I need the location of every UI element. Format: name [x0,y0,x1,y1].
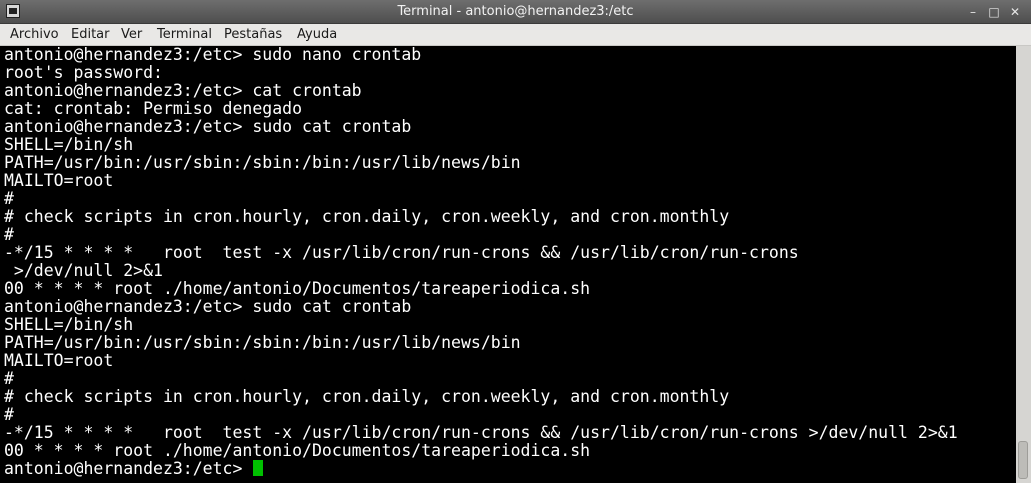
terminal-line: # [4,405,14,424]
close-button[interactable]: ✕ [1006,3,1024,21]
terminal-line: antonio@hernandez3:/etc> sudo nano cront… [4,46,422,64]
terminal-line: antonio@hernandez3:/etc> cat crontab [4,81,362,100]
terminal-line: -*/15 * * * * root test -x /usr/lib/cron… [4,243,799,262]
menu-archivo[interactable]: Archivo [10,24,59,45]
terminal-line: # check scripts in cron.hourly, cron.dai… [4,387,730,406]
menu-ver[interactable]: Ver [121,24,142,45]
terminal-output[interactable]: antonio@hernandez3:/etc> sudo nano cront… [0,46,1016,483]
terminal-line: # [4,369,14,388]
terminal-line: # [4,225,14,244]
terminal-cursor[interactable] [253,460,264,476]
terminal-line: cat: crontab: Permiso denegado [4,99,303,118]
window-title: Terminal - antonio@hernandez3:/etc [397,4,634,19]
maximize-button[interactable]: □ [985,3,1003,21]
terminal-line: PATH=/usr/bin:/usr/sbin:/sbin:/bin:/usr/… [4,333,521,352]
scrollbar-thumb[interactable] [1018,441,1028,479]
terminal-line: # check scripts in cron.hourly, cron.dai… [4,207,730,226]
terminal-line: root's password: [4,63,163,82]
terminal-line: >/dev/null 2>&1 [4,261,163,280]
terminal-line: SHELL=/bin/sh [4,135,134,154]
title-bar[interactable]: Terminal - antonio@hernandez3:/etc – □ ✕ [0,0,1031,24]
terminal-line: # [4,189,14,208]
terminal-line: SHELL=/bin/sh [4,315,134,334]
terminal-line: antonio@hernandez3:/etc> sudo cat cronta… [4,297,412,316]
terminal-line: PATH=/usr/bin:/usr/sbin:/sbin:/bin:/usr/… [4,153,521,172]
vertical-scrollbar[interactable] [1016,46,1031,483]
terminal-line: MAILTO=root [4,171,114,190]
terminal-window: Terminal - antonio@hernandez3:/etc – □ ✕… [0,0,1031,483]
menu-ayuda[interactable]: Ayuda [297,24,337,45]
terminal-line: antonio@hernandez3:/etc> sudo cat cronta… [4,117,412,136]
minimize-button[interactable]: – [964,3,982,21]
menu-editar[interactable]: Editar [71,24,110,45]
menu-terminal[interactable]: Terminal [157,24,212,45]
terminal-prompt-line[interactable]: antonio@hernandez3:/etc> [4,459,264,478]
terminal-line: -*/15 * * * * root test -x /usr/lib/cron… [4,423,958,442]
terminal-line: 00 * * * * root ./home/antonio/Documento… [4,279,591,298]
terminal-line: MAILTO=root [4,351,114,370]
menu-bar: Archivo Editar Ver Terminal Pestañas Ayu… [0,24,1031,46]
menu-pestanas[interactable]: Pestañas [224,24,282,45]
terminal-line: 00 * * * * root ./home/antonio/Documento… [4,441,591,460]
terminal-prompt: antonio@hernandez3:/etc> [4,459,253,478]
